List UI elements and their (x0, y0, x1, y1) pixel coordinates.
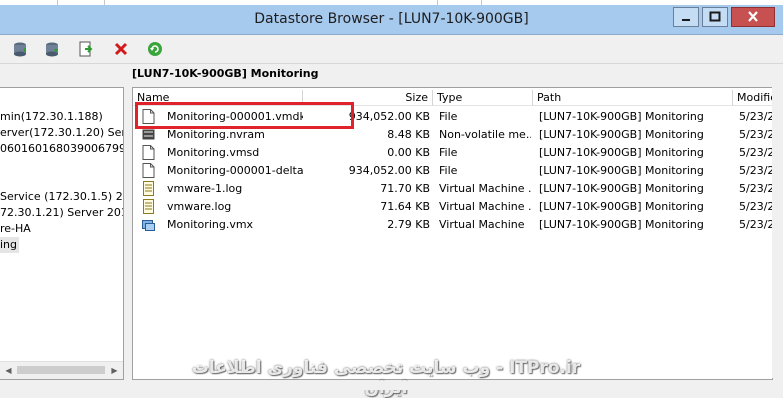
file-modified: 5/23/2 (739, 182, 772, 195)
file-path: [LUN7-10K-900GB] Monitoring (539, 164, 704, 177)
table-row[interactable]: Monitoring.vmx 2.79 KB Virtual Machine [LUN… (133, 216, 772, 234)
log-file-icon (142, 181, 155, 196)
file-path: [LUN7-10K-900GB] Monitoring (539, 218, 704, 231)
tree-item[interactable]: erver(172.30.1.20) Serve (0, 125, 123, 141)
download-icon (46, 42, 58, 57)
tree-item[interactable]: re-HA (0, 221, 31, 237)
right-panel-header: [LUN7-10K-900GB] Monitoring (132, 67, 319, 80)
window-title: Datastore Browser - [LUN7-10K-900GB] (254, 11, 529, 27)
column-header-type[interactable]: Type (433, 90, 533, 106)
file-type: File (439, 146, 458, 159)
download-button[interactable] (43, 40, 61, 58)
minimize-icon (682, 19, 690, 21)
file-type: Virtual Machine ... (439, 200, 531, 213)
file-name[interactable]: Monitoring.vmx (167, 216, 303, 234)
folder-tree[interactable]: min(172.30.1.188) erver(172.30.1.20) Ser… (0, 87, 124, 380)
delete-button[interactable] (112, 40, 130, 58)
file-size: 71.70 KB (380, 182, 430, 195)
horizontal-scrollbar[interactable]: ◀ ▶ (0, 361, 123, 379)
scroll-thumb[interactable] (17, 366, 105, 374)
table-row[interactable]: Monitoring.vmsd 0.00 KB File [LUN7-10K-900G… (133, 144, 772, 162)
file-name[interactable]: Monitoring-000001-delta.vmdk (167, 162, 303, 180)
left-panel-header (0, 64, 124, 84)
file-modified: 5/23/2 (739, 128, 772, 141)
column-header-modified[interactable]: Modifie (733, 90, 772, 106)
move-button[interactable] (77, 40, 95, 58)
nvram-file-icon (142, 127, 155, 142)
highlight-box (135, 102, 354, 129)
file-path: [LUN7-10K-900GB] Monitoring (539, 146, 704, 159)
column-header-path[interactable]: Path (533, 90, 733, 106)
file-path: [LUN7-10K-900GB] Monitoring (539, 110, 704, 123)
refresh-icon (148, 42, 162, 56)
file-name[interactable]: Monitoring.vmsd (167, 144, 303, 162)
close-button[interactable] (731, 7, 775, 27)
file-name[interactable]: vmware.log (167, 198, 303, 216)
move-icon (79, 41, 93, 57)
title-bar[interactable]: Datastore Browser - [LUN7-10K-900GB] (0, 5, 783, 35)
maximize-icon (709, 11, 721, 22)
toolbar (0, 35, 783, 64)
file-size: 0.00 KB (387, 146, 430, 159)
file-size: 71.64 KB (380, 200, 430, 213)
delete-icon (114, 42, 128, 56)
file-name[interactable]: vmware-1.log (167, 180, 303, 198)
table-row[interactable]: vmware-1.log 71.70 KB Virtual Machine ... [… (133, 180, 772, 198)
file-icon (142, 163, 155, 178)
minimize-button[interactable] (673, 7, 699, 27)
vertical-scrollbar[interactable] (772, 87, 783, 378)
file-type: File (439, 164, 458, 177)
close-icon (748, 11, 758, 22)
file-modified: 5/23/2 (739, 218, 772, 231)
file-modified: 5/23/2 (739, 200, 772, 213)
file-path: [LUN7-10K-900GB] Monitoring (539, 182, 704, 195)
file-type: Virtual Machine ... (439, 182, 531, 195)
scroll-left-icon[interactable]: ◀ (0, 362, 17, 379)
file-type: File (439, 110, 458, 123)
watermark: ITPro.ir - وب سایت تخصصی فناوری اطلاعات … (191, 358, 581, 398)
maximize-button[interactable] (702, 7, 728, 27)
scroll-right-icon[interactable]: ▶ (106, 362, 123, 379)
file-modified: 5/23/2 (739, 164, 772, 177)
table-row[interactable]: vmware.log 71.64 KB Virtual Machine ... [LU… (133, 198, 772, 216)
vmx-file-icon (142, 217, 155, 232)
upload-icon (14, 42, 26, 57)
bottom-edge (0, 381, 783, 390)
tree-item[interactable]: 72.30.1.21) Server 2012 (0, 205, 123, 221)
tree-item[interactable]: Service (172.30.1.5) 201 (0, 189, 123, 205)
file-path: [LUN7-10K-900GB] Monitoring (539, 200, 704, 213)
file-modified: 5/23/2 (739, 110, 772, 123)
file-size: 934,052.00 KB (348, 164, 430, 177)
tree-item-selected[interactable]: ing (0, 237, 20, 253)
file-modified: 5/23/2 (739, 146, 772, 159)
tree-item[interactable]: min(172.30.1.188) (0, 109, 103, 125)
refresh-button[interactable] (146, 40, 164, 58)
upload-button[interactable] (11, 40, 29, 58)
file-path: [LUN7-10K-900GB] Monitoring (539, 128, 704, 141)
table-row[interactable]: Monitoring-000001-delta.vmdk 934,052.00 K… (133, 162, 772, 180)
log-file-icon (142, 199, 155, 214)
file-icon (142, 145, 155, 160)
file-size: 2.79 KB (387, 218, 430, 231)
file-type: Virtual Machine (439, 218, 525, 231)
tree-item[interactable]: 060160168039006799 (0, 141, 123, 157)
pane-splitter[interactable] (124, 87, 130, 378)
file-list[interactable]: Name Size Type Path Modifie Monitoring-0… (132, 87, 773, 380)
file-type: Non-volatile me... (439, 128, 531, 141)
